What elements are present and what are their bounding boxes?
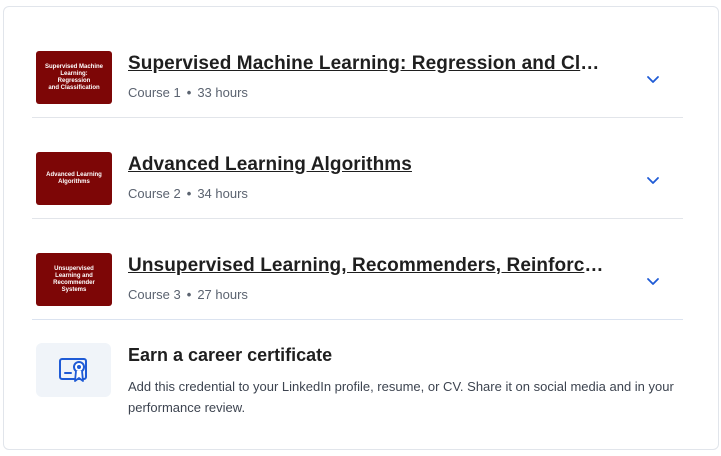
course-title[interactable]: Supervised Machine Learning: Regression … — [128, 53, 608, 75]
chevron-down-icon[interactable] — [643, 69, 663, 89]
course-item-3[interactable]: Unsupervised Learning and Recommender Sy… — [32, 219, 683, 320]
meta-separator: • — [186, 85, 192, 100]
course-thumbnail: Supervised Machine Learning: Regression … — [36, 51, 112, 104]
certificate-icon-box — [36, 343, 111, 397]
course-meta: Course 2 • 34 hours — [128, 186, 248, 201]
course-title[interactable]: Unsupervised Learning, Recommenders, Rei… — [128, 255, 608, 277]
course-thumbnail: Advanced Learning Algorithms — [36, 152, 112, 205]
course-hours: 27 hours — [197, 287, 248, 302]
certificate-icon — [58, 358, 87, 382]
course-hours: 34 hours — [197, 186, 248, 201]
course-number: Course 1 — [128, 85, 181, 100]
course-thumbnail: Unsupervised Learning and Recommender Sy… — [36, 253, 112, 306]
course-item-2[interactable]: Advanced Learning Algorithms Advanced Le… — [32, 118, 683, 219]
course-hours: 33 hours — [197, 85, 248, 100]
chevron-down-icon[interactable] — [643, 170, 663, 190]
course-meta: Course 3 • 27 hours — [128, 287, 248, 302]
course-number: Course 2 — [128, 186, 181, 201]
course-item-1[interactable]: Supervised Machine Learning: Regression … — [32, 17, 683, 118]
meta-separator: • — [186, 287, 192, 302]
certificate-title: Earn a career certificate — [128, 345, 333, 365]
course-number: Course 3 — [128, 287, 181, 302]
chevron-down-icon[interactable] — [643, 271, 663, 291]
certificate-description: Add this credential to your LinkedIn pro… — [128, 379, 674, 415]
course-meta: Course 1 • 33 hours — [128, 85, 248, 100]
course-title[interactable]: Advanced Learning Algorithms — [128, 154, 608, 176]
meta-separator: • — [186, 186, 192, 201]
